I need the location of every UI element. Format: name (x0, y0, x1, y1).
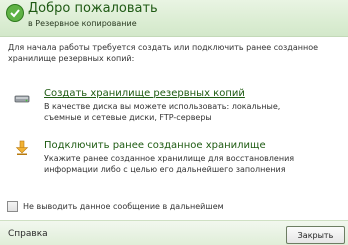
app-logo-icon (6, 4, 24, 22)
close-button[interactable]: Закрыть (286, 226, 345, 244)
drive-icon (14, 95, 30, 103)
page-subtitle: в Резервное копирование (28, 19, 137, 28)
dont-show-again-label: Не выводить данное сообщение в дальнейше… (23, 201, 224, 211)
page-title: Добро пожаловать (28, 1, 158, 16)
dont-show-again-checkbox[interactable] (7, 200, 18, 212)
intro-text: Для начала работы требуется создать или … (8, 43, 319, 63)
dont-show-again-row[interactable]: Не выводить данное сообщение в дальнейше… (7, 200, 224, 212)
connect-storage-link[interactable]: Подключить ранее созданное хранилище (44, 140, 266, 151)
connect-storage-description: Укажите ранее созданное хранилище для во… (44, 154, 295, 174)
welcome-window: Добро пожаловать в Резервное копирование… (0, 0, 348, 245)
close-button-label: Закрыть (297, 230, 334, 240)
help-link[interactable]: Справка (8, 229, 48, 239)
create-storage-link[interactable]: Создать хранилище резервных копий (44, 88, 245, 99)
create-storage-description: В качестве диска вы можете использовать:… (44, 102, 281, 122)
connect-arrow-icon (15, 140, 29, 155)
